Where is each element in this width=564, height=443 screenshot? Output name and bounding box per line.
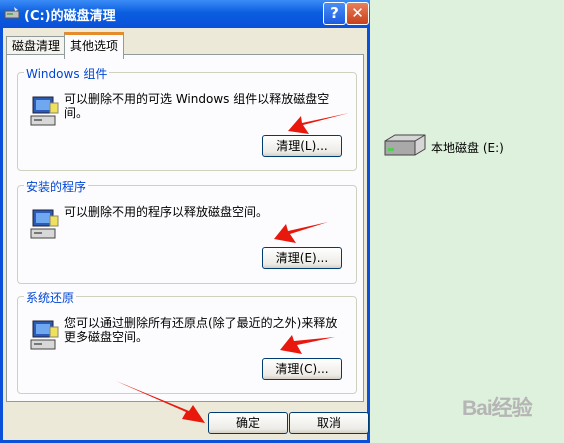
- help-icon: ?: [330, 4, 339, 22]
- close-button[interactable]: ✕: [346, 2, 369, 25]
- tab-more-options[interactable]: 其他选项: [64, 32, 125, 59]
- button-label: 确定: [235, 416, 260, 430]
- group-description: 可以删除不用的程序以释放磁盘空间。: [64, 205, 269, 219]
- group-description: 您可以通过删除所有还原点(除了最近的之外)来释放更多磁盘空间。: [64, 316, 338, 344]
- group-system-restore: 系统还原 您可以通过删除所有还原点(除了最近的之外)来释放更多磁盘空间。 清理(…: [17, 289, 357, 394]
- group-installed-programs: 安装的程序 可以删除不用的程序以释放磁盘空间。 清理(E)...: [17, 178, 357, 284]
- baidu-watermark: Bai经验: [462, 397, 533, 420]
- disk-cleanup-window: (C:)的磁盘清理 ? ✕ 磁盘清理 其他选项 Windows 组件 可以删除不…: [0, 0, 370, 443]
- drive-label[interactable]: 本地磁盘 (E:): [431, 139, 504, 156]
- title-bar[interactable]: (C:)的磁盘清理 ? ✕: [0, 0, 370, 28]
- ok-button[interactable]: 确定: [208, 412, 288, 434]
- dialog-client-area: 磁盘清理 其他选项 Windows 组件 可以删除不用的可选 Windows 组…: [3, 28, 369, 440]
- group-label: Windows 组件: [24, 65, 110, 82]
- button-label: 清理(E)...: [275, 251, 329, 265]
- group-label: 安装的程序: [24, 178, 89, 195]
- group-label: 系统还原: [24, 289, 77, 306]
- button-label: 清理(L)...: [276, 139, 328, 153]
- hard-drive-icon[interactable]: [381, 133, 427, 161]
- help-button[interactable]: ?: [323, 2, 346, 25]
- button-label: 取消: [316, 416, 341, 430]
- computer-icon: [30, 96, 59, 126]
- desktop-background: [372, 0, 564, 443]
- window-title: (C:)的磁盘清理: [24, 9, 116, 24]
- tab-panel-more-options: Windows 组件 可以删除不用的可选 Windows 组件以释放磁盘空 间。…: [6, 54, 364, 402]
- cleanup-windows-components-button[interactable]: 清理(L)...: [262, 135, 342, 157]
- cleanup-system-restore-button[interactable]: 清理(C)...: [262, 358, 342, 380]
- computer-icon: [30, 320, 59, 350]
- computer-icon: [30, 209, 59, 239]
- close-icon: ✕: [351, 4, 364, 22]
- group-windows-components: Windows 组件 可以删除不用的可选 Windows 组件以释放磁盘空 间。…: [17, 65, 357, 171]
- button-label: 清理(C)...: [275, 362, 329, 376]
- cleanup-installed-programs-button[interactable]: 清理(E)...: [262, 247, 342, 269]
- tab-disk-cleanup[interactable]: 磁盘清理: [6, 36, 67, 55]
- group-description: 可以删除不用的可选 Windows 组件以释放磁盘空 间。: [64, 92, 330, 120]
- disk-cleanup-icon: [4, 7, 20, 19]
- cancel-button[interactable]: 取消: [289, 412, 369, 434]
